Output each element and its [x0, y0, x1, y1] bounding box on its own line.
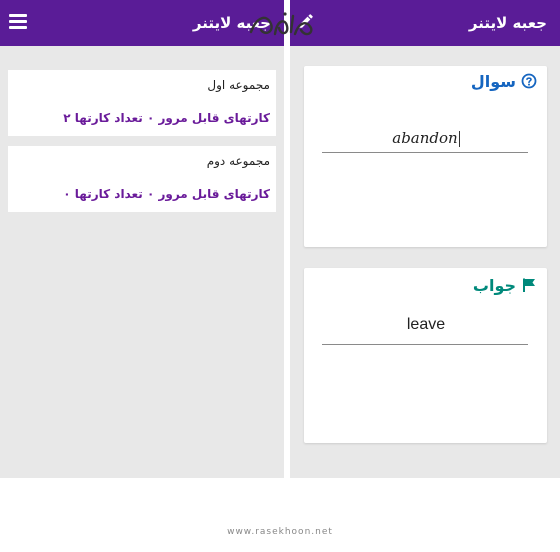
- deck-name: مجموعه دوم: [206, 154, 270, 168]
- question-value: abandon: [392, 129, 458, 147]
- help-circle-icon: [521, 73, 537, 89]
- flag-icon: [523, 278, 535, 292]
- app-title: جعبه لایتنر: [468, 14, 547, 32]
- deck-name: مجموعه اول: [207, 78, 270, 92]
- answer-label: جواب: [472, 275, 516, 295]
- answer-input[interactable]: leave: [323, 314, 529, 336]
- question-card: سوال abandon: [304, 66, 547, 247]
- deck-card[interactable]: مجموعه دوم کارتهای قابل مرور ۰ تعداد کار…: [8, 146, 276, 212]
- question-header: سوال: [471, 70, 537, 92]
- deck-info: کارتهای قابل مرور ۰ تعداد کارتها ۰: [63, 187, 270, 201]
- deck-card[interactable]: مجموعه اول کارتهای قابل مرور ۰ تعداد کار…: [8, 70, 276, 136]
- card-edit-screen: جعبه لایتنر سوال abandon جواب leave: [290, 0, 560, 478]
- question-label: سوال: [470, 71, 516, 91]
- menu-icon[interactable]: [9, 14, 27, 30]
- site-url: www.rasekhoon.net: [227, 527, 333, 537]
- rasekhoon-logo: [249, 12, 313, 36]
- answer-card: جواب leave: [304, 268, 547, 443]
- question-underline: [322, 152, 528, 153]
- app-bar: جعبه لایتنر: [290, 0, 560, 46]
- answer-underline: [322, 344, 528, 345]
- app-bar: جعبه لایتنر: [0, 0, 284, 46]
- answer-header: جواب: [473, 274, 537, 296]
- footer: [0, 478, 560, 552]
- question-input[interactable]: abandon: [323, 127, 529, 149]
- text-cursor: [458, 131, 460, 147]
- answer-value: leave: [406, 316, 446, 333]
- deck-info: کارتهای قابل مرور ۰ تعداد کارتها ۲: [63, 111, 270, 125]
- deck-list-screen: جعبه لایتنر مجموعه اول کارتهای قابل مرور…: [0, 0, 284, 478]
